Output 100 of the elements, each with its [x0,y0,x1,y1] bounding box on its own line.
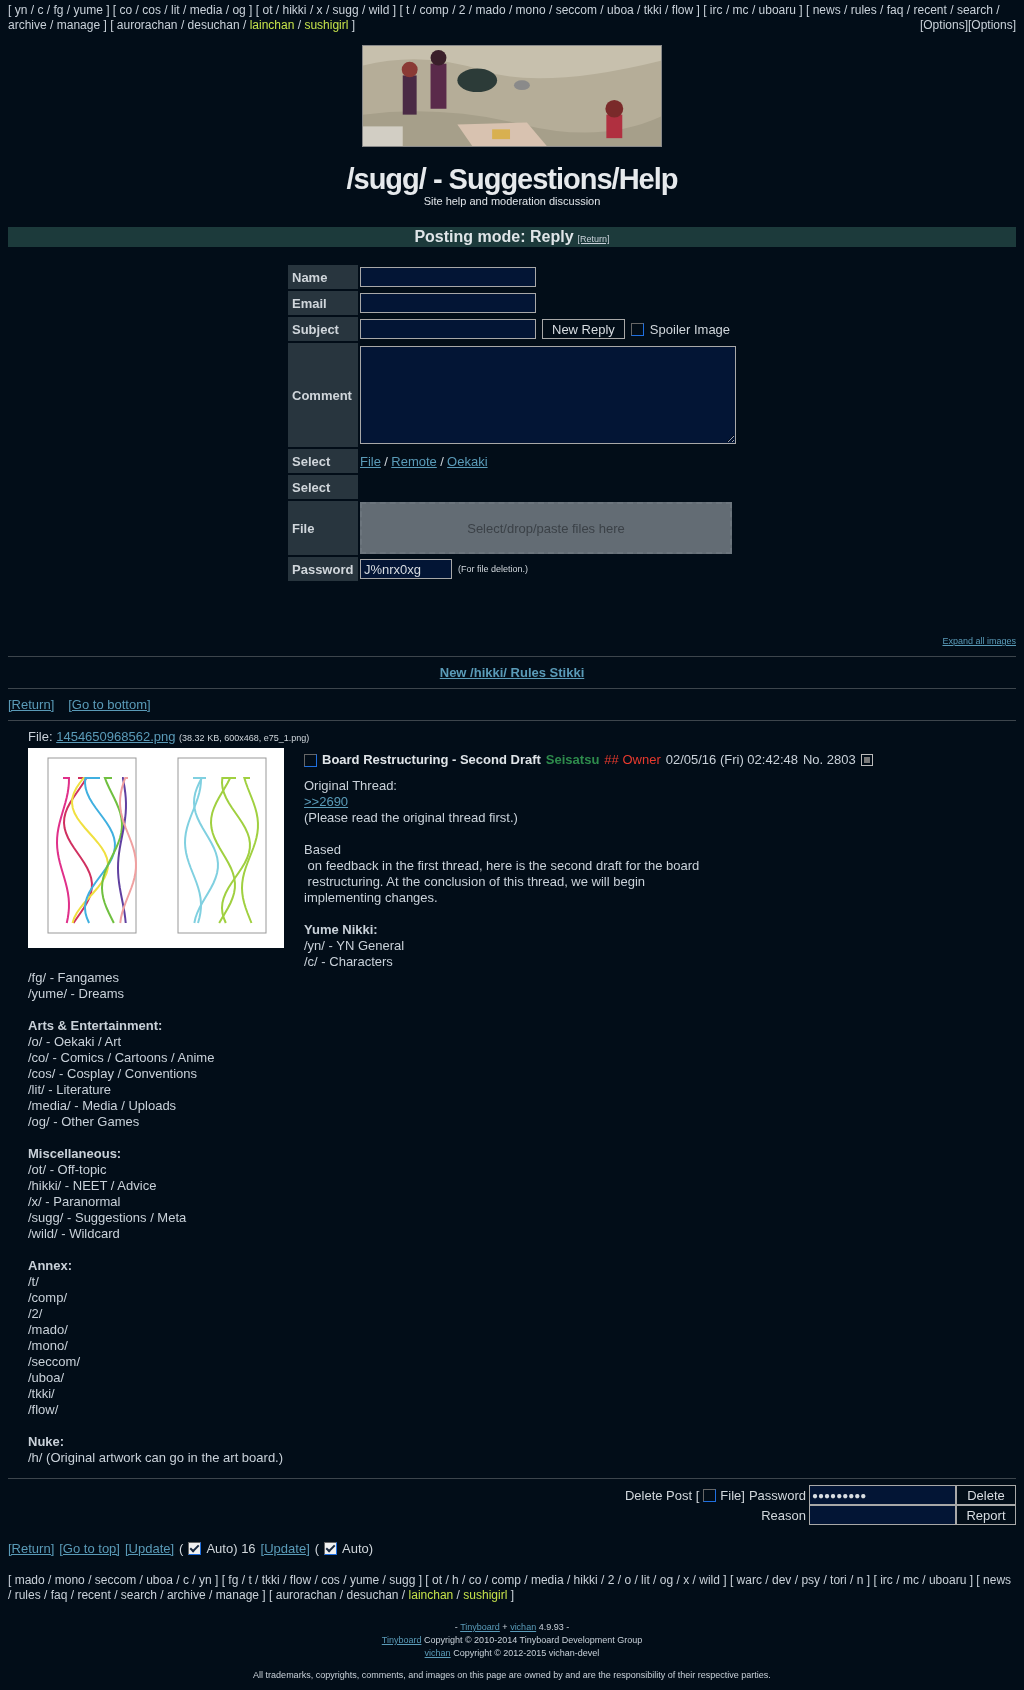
comment-field[interactable] [360,346,736,444]
footer-link[interactable]: vichan [424,1648,451,1658]
quote-link[interactable]: >>2690 [304,794,349,809]
board-link[interactable]: sugg [332,3,359,17]
board-link[interactable]: fg [228,1573,239,1587]
board-link[interactable]: aurorachan [275,1588,337,1602]
board-link[interactable]: irc [709,3,723,17]
board-link[interactable]: mono [515,3,546,17]
report-button[interactable]: Report [956,1505,1016,1525]
board-link[interactable]: x [683,1573,690,1587]
board-link[interactable]: og [232,3,246,17]
board-link[interactable]: flow [671,3,694,17]
new-reply-button[interactable]: New Reply [542,319,625,339]
upload-mode-link[interactable]: File [360,453,381,469]
board-link[interactable]: uboaru [928,1573,967,1587]
reason-field[interactable] [809,1505,956,1525]
expand-images-link[interactable]: Expand all images [942,636,1016,646]
board-link[interactable]: ot [262,3,273,17]
board-link[interactable]: desuchan [346,1588,399,1602]
return-link[interactable]: [Return] [577,229,610,249]
board-link[interactable]: hikki [282,3,307,17]
board-link[interactable]: psy [801,1573,821,1587]
board-link[interactable]: comp [419,3,449,17]
board-link[interactable]: fg [53,3,64,17]
board-link[interactable]: search [956,3,993,17]
board-link[interactable]: yume [73,3,103,17]
board-link[interactable]: archive [166,1588,206,1602]
text-field[interactable] [360,267,536,287]
board-link[interactable]: n [856,1573,864,1587]
board-link[interactable]: ot [432,1573,443,1587]
board-link[interactable]: irc [880,1573,893,1587]
footer-link[interactable]: Tinyboard [381,1635,422,1645]
thread-nav-link[interactable]: [Update] [124,1541,175,1556]
board-link[interactable]: sugg [389,1573,416,1587]
board-link[interactable]: media [530,1573,564,1587]
board-link[interactable]: tori [830,1573,847,1587]
board-link[interactable]: manage [56,18,101,32]
thread-nav-link[interactable]: [Return] [8,1541,55,1556]
board-link[interactable]: search [120,1588,157,1602]
board-link[interactable]: uboaru [758,3,796,17]
board-link[interactable]: seccom [94,1573,137,1587]
board-link[interactable]: news [983,1573,1012,1587]
board-link[interactable]: lit [641,1573,650,1587]
stikki-link[interactable]: New /hikki/ Rules Stikki [439,665,585,680]
upload-mode-link[interactable]: Remote [391,453,437,469]
auto-checkbox[interactable] [324,1542,338,1555]
board-link[interactable]: faq [886,3,904,17]
board-link[interactable]: recent [77,1588,111,1602]
board-link[interactable]: wild [699,1573,720,1587]
board-link[interactable]: cos [142,3,161,17]
board-link[interactable]: faq [50,1588,68,1602]
thread-nav-link[interactable]: [Update] [260,1541,310,1556]
board-link[interactable]: tkki [261,1573,280,1587]
board-link[interactable]: mc [902,1573,919,1587]
board-link[interactable]: mado [14,1573,45,1587]
post-number[interactable]: No. 2803 [802,752,856,768]
delete-button[interactable]: Delete [956,1485,1016,1505]
board-link[interactable]: rules [850,3,877,17]
board-link[interactable]: desuchan [187,18,240,32]
board-link[interactable]: rules [14,1588,41,1602]
board-link[interactable]: dev [772,1573,792,1587]
board-link[interactable]: wild [368,3,390,17]
board-link[interactable]: yn [14,3,28,17]
board-link[interactable]: 2 [607,1573,615,1587]
board-link[interactable]: h [452,1573,459,1587]
board-link[interactable]: c [182,1573,189,1587]
board-link[interactable]: t [406,3,410,17]
options-link[interactable]: [Options][Options] [919,18,1016,33]
board-link[interactable]: comp [491,1573,521,1587]
board-link[interactable]: sushigirl [463,1588,508,1602]
board-link[interactable]: news [812,3,841,17]
board-link[interactable]: co [468,1573,482,1587]
spoiler-checkbox[interactable] [630,322,644,336]
board-link[interactable]: co [119,3,133,17]
board-link[interactable]: sushigirl [304,18,349,32]
board-link[interactable]: mc [732,3,749,17]
board-link[interactable]: archive [8,18,47,32]
board-link[interactable]: media [189,3,223,17]
thread-nav-link[interactable]: [Go to top] [59,1541,120,1556]
footer-link[interactable]: Tinyboard [460,1622,500,1632]
board-link[interactable]: cos [321,1573,340,1587]
board-link[interactable]: t [248,1573,252,1587]
board-link[interactable]: uboa [607,3,634,17]
board-link[interactable]: seccom [555,3,597,17]
board-link[interactable]: lit [171,3,180,17]
board-link[interactable]: yume [349,1573,380,1587]
board-link[interactable]: o [624,1573,632,1587]
password-field[interactable]: ●●●●●●●●● [809,1485,956,1505]
board-link[interactable]: tkki [643,3,662,17]
board-link[interactable]: warc [736,1573,762,1587]
subject-field[interactable] [360,319,536,339]
board-link[interactable]: x [316,3,323,17]
auto-checkbox[interactable] [188,1542,202,1555]
board-link[interactable]: manage [215,1588,259,1602]
post-checkbox[interactable] [304,753,317,767]
thread-nav-link[interactable]: [Return] [8,697,55,712]
board-link[interactable]: hikki [573,1573,598,1587]
thread-nav-link[interactable]: [Go to bottom] [68,697,151,712]
file-checkbox[interactable] [703,1488,717,1502]
password-field[interactable]: J%nrx0xg [360,559,452,579]
